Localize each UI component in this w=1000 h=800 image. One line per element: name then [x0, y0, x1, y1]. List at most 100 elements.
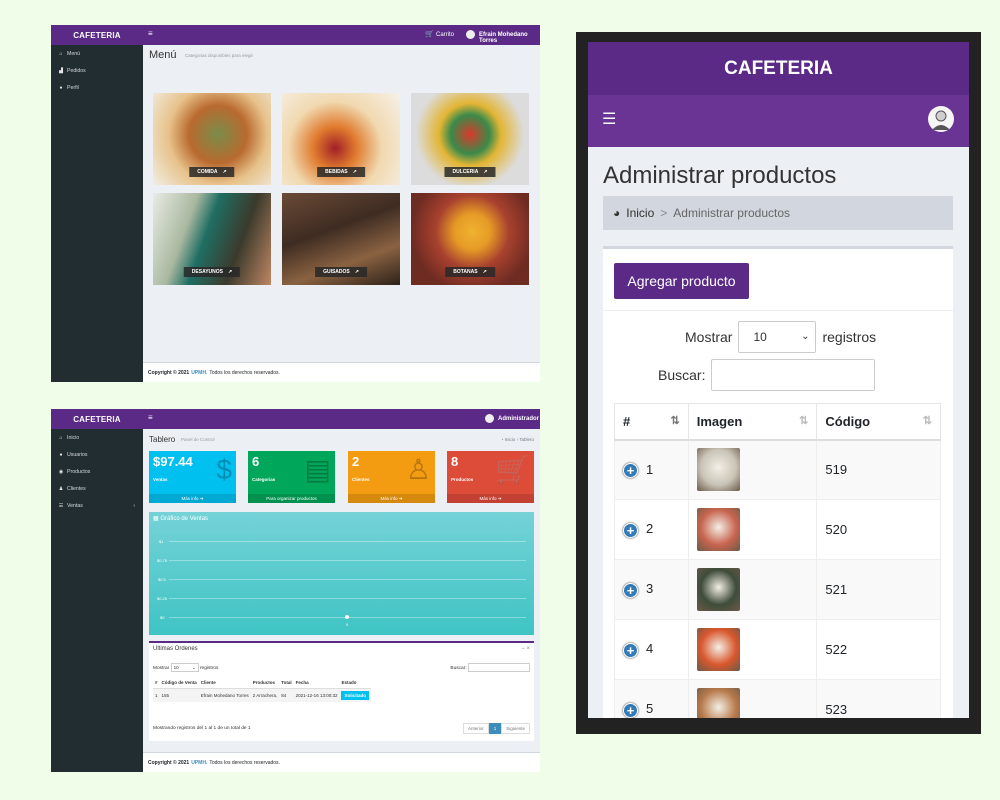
products-table: # ⇅ Imagen ⇅ Código ⇅ +1 519 +2 520 +3 521 +4 522 +…: [614, 403, 941, 718]
sidebar-item-pedidos[interactable]: ▟ Pedidos: [51, 62, 143, 79]
chevron-down-icon: ⌄: [801, 331, 810, 342]
prev-page-button[interactable]: Anterior: [462, 723, 489, 734]
mobile-frame: CAFETERIA ☰ Administrar productos ◕ Inic…: [576, 32, 981, 734]
more-info-link[interactable]: Más info ➔: [149, 494, 236, 503]
column-header[interactable]: Código de Venta: [159, 677, 199, 689]
sidebar-item-perfil[interactable]: ● Perfil: [51, 79, 143, 96]
arrow-circle-icon: ➔: [398, 496, 403, 501]
sort-amount-asc-icon: ⇅: [670, 415, 680, 427]
page-subtitle: Categorias disponibles para elegir: [185, 53, 254, 58]
category-bebidas[interactable]: BEBIDAS ↗: [282, 93, 400, 185]
hamburger-icon[interactable]: ≡: [148, 414, 153, 422]
avatar[interactable]: [485, 414, 494, 423]
column-header[interactable]: Total: [279, 677, 294, 689]
column-header[interactable]: Productos: [250, 677, 280, 689]
column-header-code[interactable]: Código ⇅: [816, 403, 941, 441]
breadcrumb-home[interactable]: Inicio: [626, 206, 654, 220]
sidebar-item-clientes[interactable]: ♟ Clientes: [51, 480, 143, 497]
breadcrumb: ◕ Inicio > Administrar productos: [603, 196, 953, 230]
expand-row-icon[interactable]: +: [623, 582, 638, 598]
grid-line: [169, 541, 526, 542]
sidebar-item-menu[interactable]: ⌂ Menú: [51, 45, 143, 62]
y-tick: $0.75: [157, 558, 168, 563]
column-header[interactable]: Cliente: [198, 677, 251, 689]
x-tick: 0: [346, 622, 349, 627]
product-code: 522: [816, 619, 941, 680]
expand-row-icon[interactable]: +: [623, 642, 638, 658]
category-label[interactable]: BOTANAS ↗: [445, 267, 495, 277]
stat-label: Ventas: [153, 477, 168, 482]
expand-row-icon[interactable]: +: [623, 522, 638, 538]
brand-logo[interactable]: CAFETERIA: [51, 409, 143, 429]
category-label[interactable]: BEBIDAS ↗: [317, 167, 365, 177]
category-label[interactable]: COMIDA ↗: [189, 167, 235, 177]
breadcrumb-home[interactable]: Inicio: [505, 437, 516, 442]
more-info-link[interactable]: Para organizar productos: [248, 494, 335, 503]
panel-controls[interactable]: − ×: [521, 646, 530, 652]
column-header[interactable]: Estado: [339, 677, 371, 689]
entries-select[interactable]: 10 ⌄: [170, 663, 199, 672]
column-header-number[interactable]: # ⇅: [614, 403, 689, 441]
row-number: 3: [646, 581, 654, 597]
table-row[interactable]: +4 522: [614, 619, 941, 680]
products-screen: CAFETERIA ☰ Administrar productos ◕ Inic…: [588, 42, 969, 718]
sidebar-item-productos[interactable]: ◉ Productos: [51, 463, 143, 480]
cart-icon[interactable]: 🛒: [425, 30, 434, 38]
expand-row-icon[interactable]: +: [623, 702, 638, 718]
avatar[interactable]: [928, 106, 954, 132]
column-header-image[interactable]: Imagen ⇅: [687, 403, 818, 441]
entries-control: Mostrar 10 ⌄ registros: [153, 663, 219, 672]
more-info-link[interactable]: Más info ➔: [348, 494, 435, 503]
search-input[interactable]: [468, 663, 530, 672]
sidebar-item-usuarios[interactable]: ● Usuarios: [51, 446, 143, 463]
expand-row-icon[interactable]: +: [623, 462, 638, 478]
add-product-button[interactable]: Agregar producto: [614, 263, 749, 299]
product-code: 520: [816, 499, 941, 560]
close-icon[interactable]: ×: [526, 646, 530, 652]
stat-value: 6: [252, 454, 260, 469]
external-link-icon: ↗: [483, 169, 488, 175]
user-icon: ●: [59, 451, 63, 458]
sidebar-item-ventas[interactable]: ☰ Ventas ‹: [51, 497, 143, 514]
stat-label: Categorias: [252, 477, 276, 482]
table-row[interactable]: +2 520: [614, 499, 941, 560]
chart-icon: ▟: [59, 67, 63, 74]
data-point[interactable]: [345, 615, 349, 619]
external-link-icon: ↗: [352, 169, 357, 175]
search-control: Buscar:: [658, 359, 876, 391]
company-link[interactable]: UPMH.: [191, 760, 207, 766]
cart-link[interactable]: Carrito: [436, 32, 454, 38]
sidebar: ⌂ Inicio ● Usuarios ◉ Productos ♟ Clientes ☰…: [51, 429, 143, 772]
status-badge: Solicitado: [341, 691, 369, 700]
category-label[interactable]: GUISADOS ↗: [315, 267, 367, 277]
table-row[interactable]: +3 521: [614, 559, 941, 620]
hamburger-icon[interactable]: ≡: [148, 30, 153, 38]
category-guisados[interactable]: GUISADOS ↗: [282, 193, 400, 285]
user-name[interactable]: Efrain Mohedano Torres: [479, 32, 540, 44]
user-name[interactable]: Administrador: [498, 416, 539, 422]
category-dulceria[interactable]: DULCERIA ↗: [411, 93, 529, 185]
avatar[interactable]: [466, 30, 475, 39]
sidebar-item-inicio[interactable]: ⌂ Inicio: [51, 429, 143, 446]
next-page-button[interactable]: Siguiente: [501, 723, 530, 734]
row-number: 4: [646, 641, 654, 657]
category-botanas[interactable]: BOTANAS ↗: [411, 193, 529, 285]
search-input[interactable]: [711, 359, 876, 391]
grid-line: [169, 560, 526, 561]
table-row[interactable]: +1 519: [614, 439, 941, 500]
column-header[interactable]: Fecha: [293, 677, 340, 689]
brand-logo[interactable]: CAFETERIA: [588, 42, 969, 95]
entries-select[interactable]: 10 ⌄: [738, 321, 817, 353]
table-row[interactable]: +5 523: [614, 679, 941, 718]
minus-icon[interactable]: −: [521, 646, 525, 652]
category-desayunos[interactable]: DESAYUNOS ↗: [153, 193, 271, 285]
category-label[interactable]: DULCERIA ↗: [444, 167, 496, 177]
category-comida[interactable]: COMIDA ↗: [153, 93, 271, 185]
page-button[interactable]: 1: [488, 723, 502, 734]
clipboard-icon: ▤: [304, 454, 331, 485]
company-link[interactable]: UPMH.: [191, 370, 207, 376]
brand-logo[interactable]: CAFETERIA: [51, 25, 143, 45]
hamburger-icon[interactable]: ☰: [602, 112, 616, 128]
more-info-link[interactable]: Más info ➔: [447, 494, 534, 503]
category-label[interactable]: DESAYUNOS ↗: [183, 267, 241, 277]
